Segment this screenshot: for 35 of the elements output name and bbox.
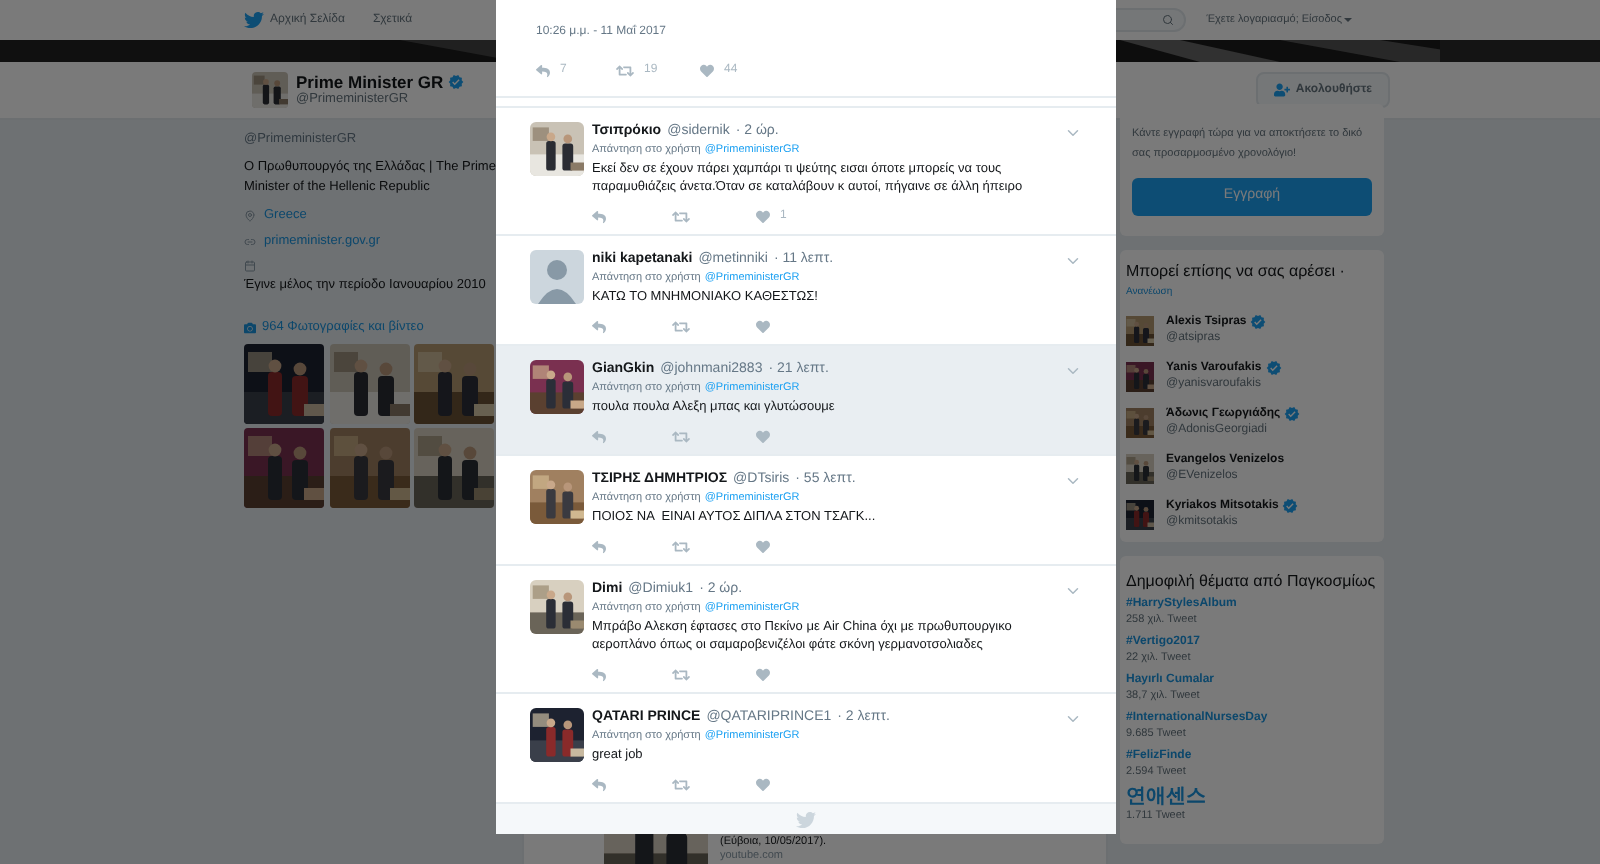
retweet-icon[interactable] [672,428,690,446]
retweet-icon[interactable] [672,666,690,684]
retweet-icon[interactable] [672,776,690,794]
retweet-icon[interactable] [672,208,690,226]
heart-icon[interactable] [756,540,770,554]
retweet-icon[interactable] [616,62,634,80]
retweet-icon[interactable] [672,318,690,336]
suggestions-title: Μπορεί επίσης να σας αρέσει · [1126,262,1347,282]
heart-icon[interactable] [700,64,714,78]
reply-icon[interactable] [592,778,606,792]
reply-icon[interactable] [536,64,550,78]
calendar-icon [244,260,256,272]
reply-icon[interactable] [592,430,606,444]
location-icon [244,210,256,222]
heart-icon[interactable] [756,778,770,792]
avatar-icon [530,250,584,304]
heart-icon[interactable] [756,430,770,444]
heart-icon[interactable] [756,320,770,334]
profile-name[interactable]: Prime Minister GR [296,72,444,92]
reply-icon[interactable] [592,210,606,224]
trends-title: Δημοφιλή θέματα από Παγκοσμίως [1126,572,1378,592]
link-icon [244,236,256,248]
camera-icon [244,322,256,334]
bird-icon [796,809,816,829]
heart-icon[interactable] [756,210,770,224]
reply-icon[interactable] [592,668,606,682]
reply-icon[interactable] [592,540,606,554]
trend-link[interactable]: 연애센스 [1126,786,1378,808]
user-plus-icon [1273,82,1290,98]
caret-icon [1344,18,1352,22]
bird-icon[interactable] [244,10,264,30]
search-icon[interactable] [1162,14,1175,26]
heart-icon[interactable] [756,668,770,682]
retweet-icon[interactable] [672,538,690,556]
reply-icon[interactable] [592,320,606,334]
